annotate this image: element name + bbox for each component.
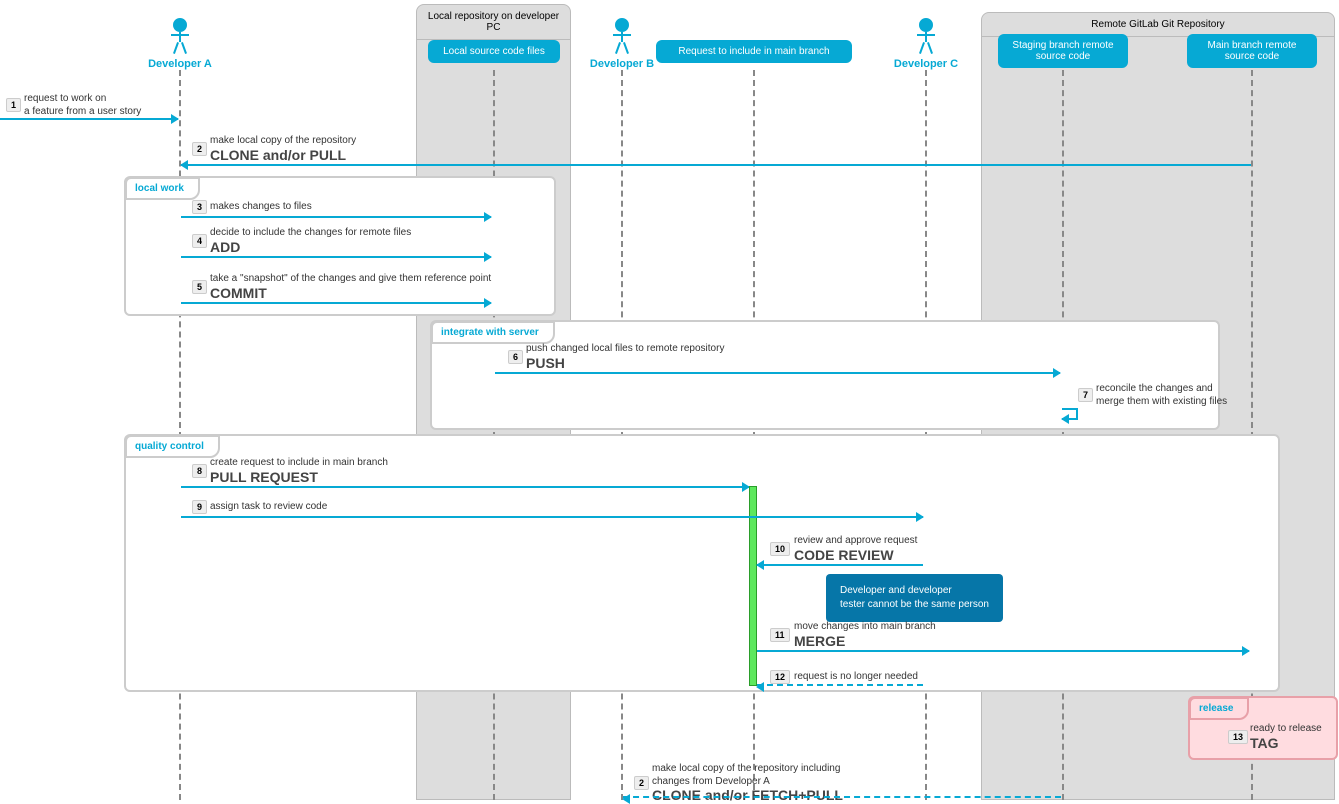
frame-integrate-label: integrate with server [431, 321, 555, 344]
arrow-9 [181, 516, 923, 518]
step-1-text: request to work on a feature from a user… [24, 92, 141, 118]
actor-dev-a: Developer A [140, 18, 220, 70]
arrow-5 [181, 302, 491, 304]
step-8-big: PULL REQUEST [210, 468, 318, 486]
step-10-big: CODE REVIEW [794, 546, 894, 564]
arrow-12 [757, 684, 923, 686]
step-8-num: 8 [192, 464, 207, 478]
step-12-text: request is no longer needed [794, 670, 918, 683]
step-4-big: ADD [210, 238, 240, 256]
step-2-big: CLONE and/or PULL [210, 146, 346, 164]
step-11-big: MERGE [794, 632, 845, 650]
step-5-num: 5 [192, 280, 207, 294]
step-1-num: 1 [6, 98, 21, 112]
arrow-1 [0, 118, 178, 120]
step-11-num: 11 [770, 628, 790, 642]
step-7-text: reconcile the changes and merge them wit… [1096, 382, 1227, 408]
arrow-3 [181, 216, 491, 218]
arrow-4 [181, 256, 491, 258]
request-box: Request to include in main branch [656, 40, 852, 63]
step-14-text: make local copy of the repository includ… [652, 762, 840, 788]
actor-dev-c: Developer C [886, 18, 966, 70]
step-4-num: 4 [192, 234, 207, 248]
arrow-2 [181, 164, 1251, 166]
actor-label-a: Developer A [140, 58, 220, 70]
local-files-box: Local source code files [428, 40, 560, 63]
step-6-big: PUSH [526, 354, 565, 372]
note-tester: Developer and developer tester cannot be… [826, 574, 1003, 622]
actor-label-c: Developer C [886, 58, 966, 70]
step-13-big: TAG [1250, 734, 1279, 752]
frame-integrate: integrate with server [430, 320, 1220, 430]
step-14-big: CLONE and/or FETCH+PULL [652, 786, 843, 804]
frame-release-label: release [1189, 697, 1249, 720]
arrow-11 [757, 650, 1249, 652]
step-5-big: COMMIT [210, 284, 267, 302]
arrow-14 [623, 796, 1061, 798]
step-7-num: 7 [1078, 388, 1093, 402]
main-box: Main branch remote source code [1187, 34, 1317, 68]
frame-local-work-label: local work [125, 177, 200, 200]
arrow-6 [495, 372, 1060, 374]
arrow-10 [757, 564, 923, 566]
step-9-num: 9 [192, 500, 207, 514]
local-repo-header: Local repository on developer PC [416, 4, 571, 40]
step-3-num: 3 [192, 200, 207, 214]
step-10-num: 10 [770, 542, 790, 556]
step-2-num: 2 [192, 142, 207, 156]
step-12-num: 12 [770, 670, 790, 684]
actor-dev-b: Developer B [582, 18, 662, 70]
actor-label-b: Developer B [582, 58, 662, 70]
step-14-num: 2 [634, 776, 649, 790]
arrow-8 [181, 486, 749, 488]
staging-box: Staging branch remote source code [998, 34, 1128, 68]
arrow-7c [1062, 418, 1078, 420]
frame-local-work: local work [124, 176, 556, 316]
arrow-7b [1076, 408, 1078, 418]
step-13-num: 13 [1228, 730, 1248, 744]
step-6-num: 6 [508, 350, 523, 364]
step-3-text: makes changes to files [210, 200, 312, 213]
frame-quality-label: quality control [125, 435, 220, 458]
step-9-text: assign task to review code [210, 500, 327, 513]
